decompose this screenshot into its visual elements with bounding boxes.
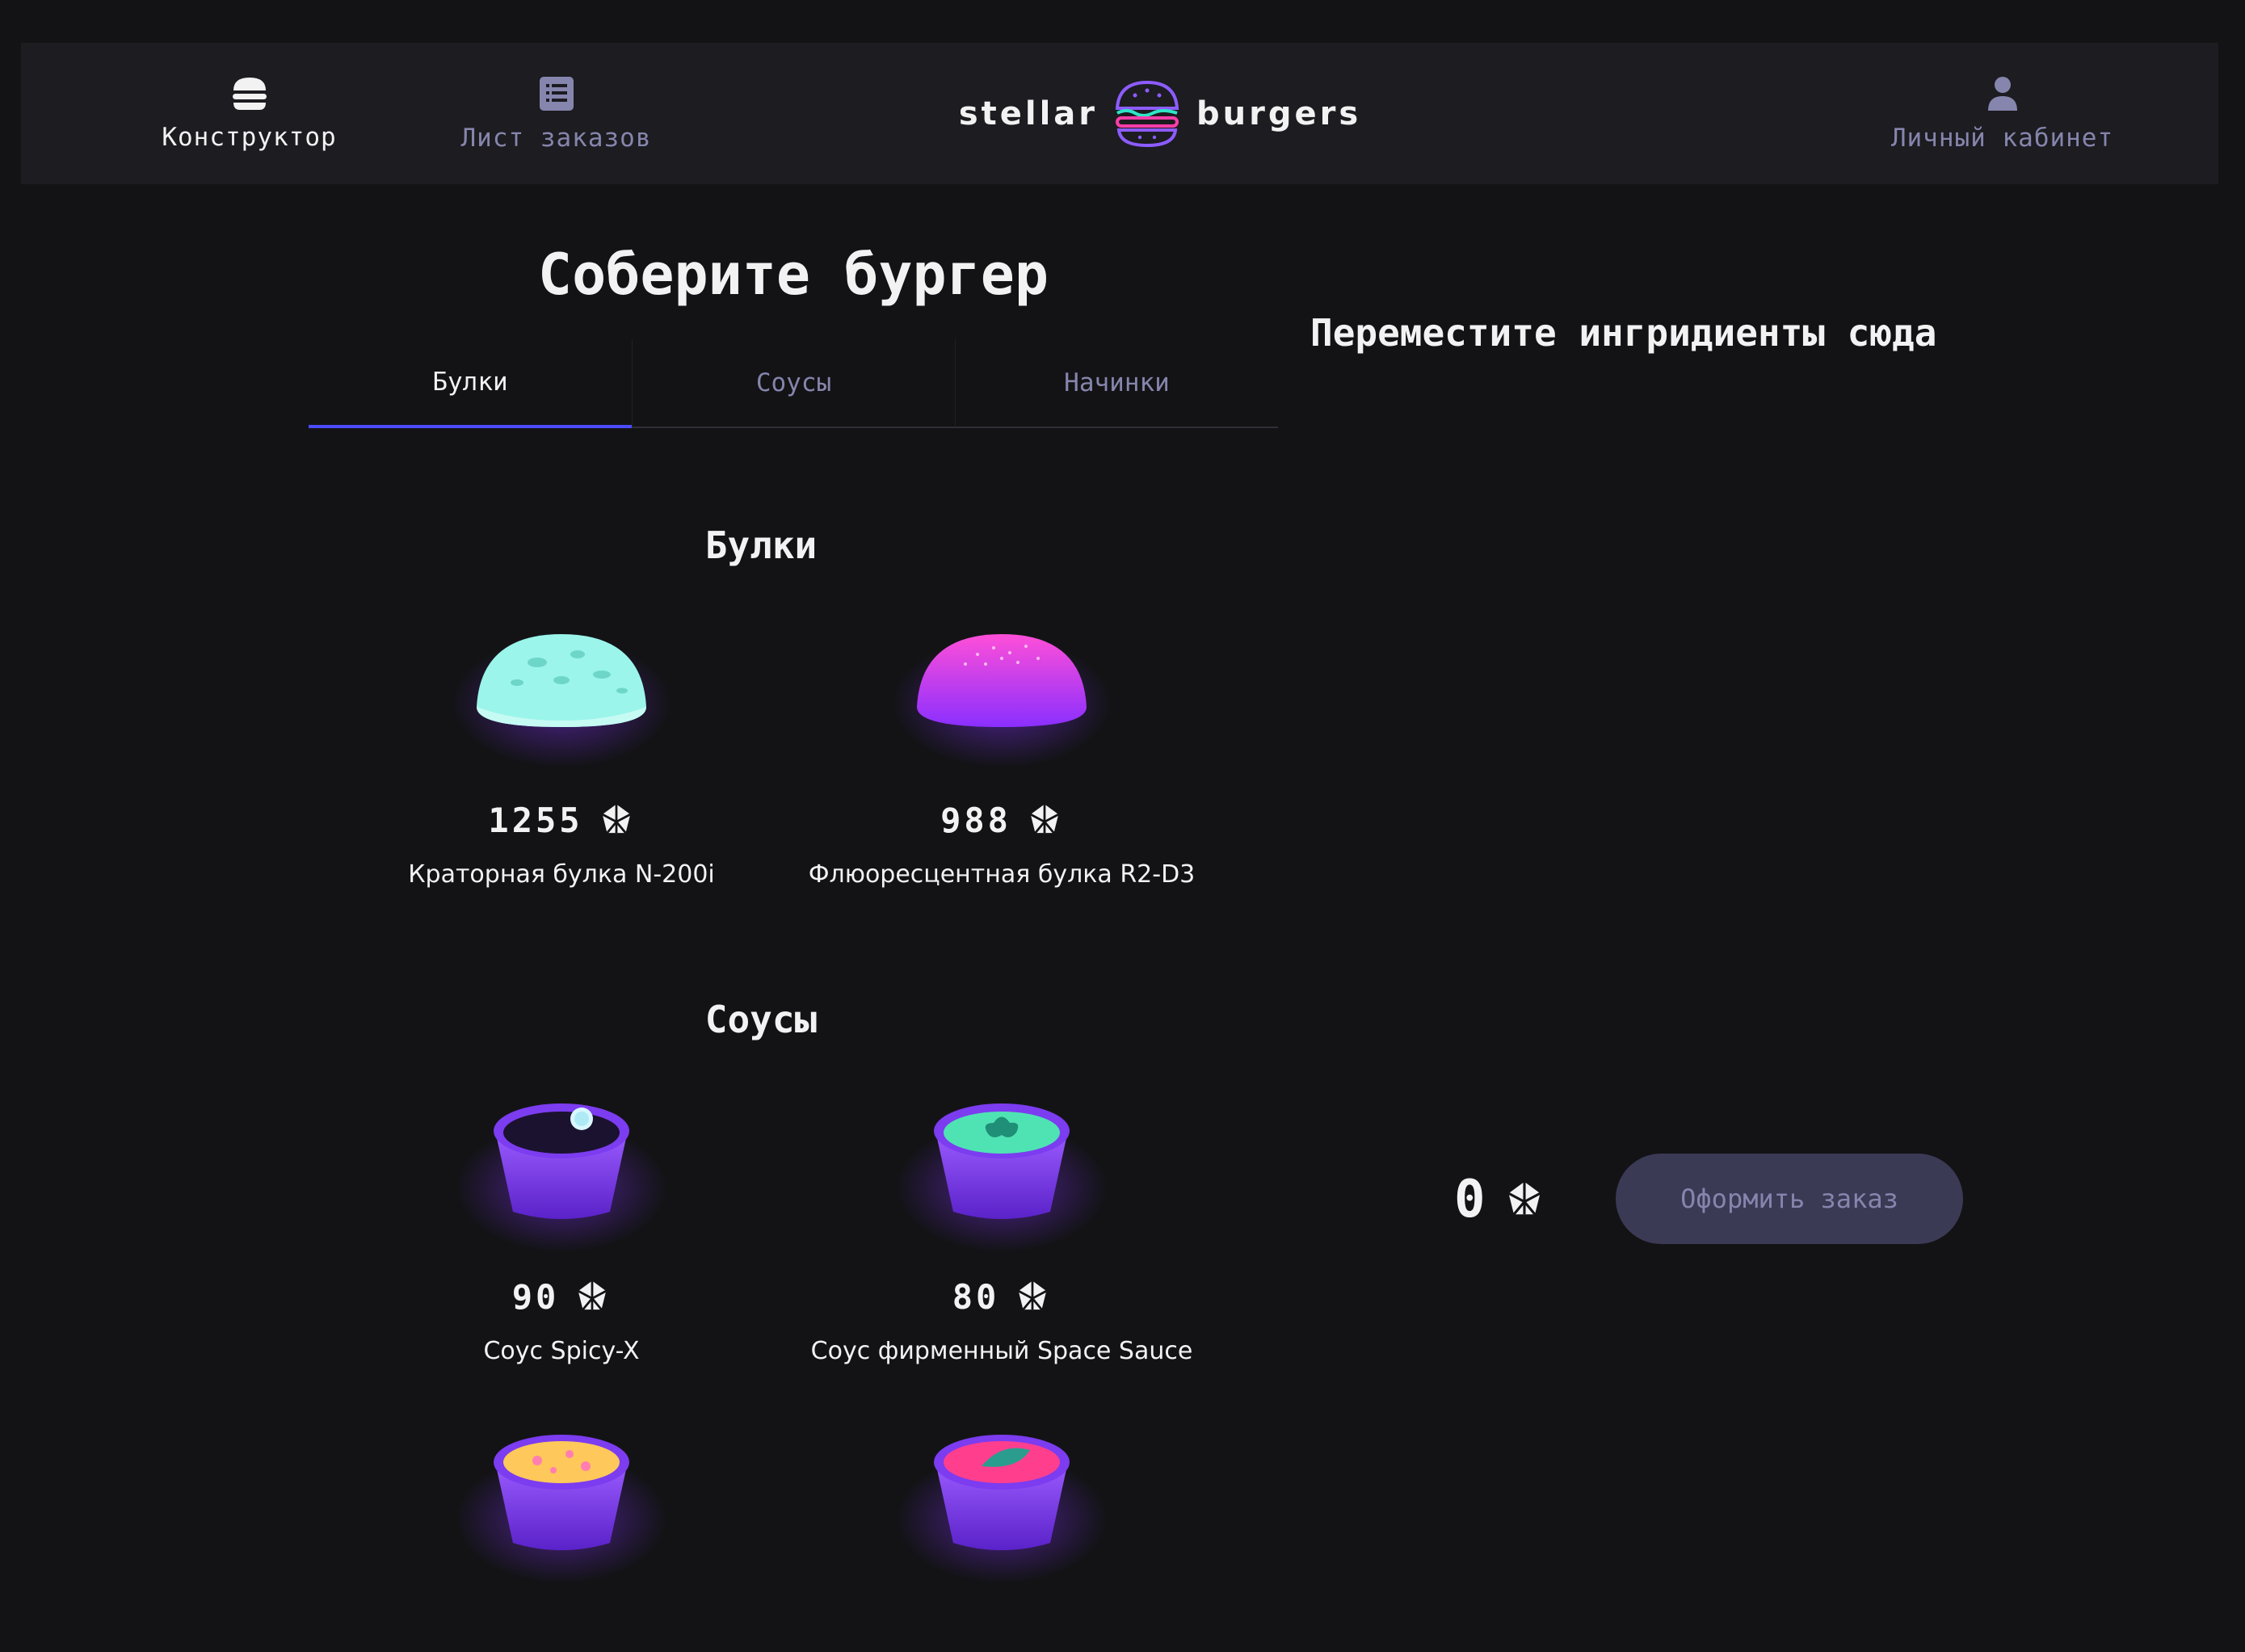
- burger-logo-icon: [1113, 80, 1182, 148]
- ingredient-tabs: Булки Соусы Начинки: [309, 339, 1278, 430]
- ingredient-name: Соус фирменный Space Sauce: [810, 1337, 1193, 1365]
- tab-buns[interactable]: Булки: [309, 339, 632, 428]
- ingredient-name: Соус Spicy-X: [483, 1337, 640, 1365]
- ingredient-card[interactable]: 80 Соус фирменный Space Sauce: [811, 1091, 1192, 1389]
- nav-profile[interactable]: Личный кабинет: [1871, 43, 2134, 184]
- tab-sauces[interactable]: Соусы: [632, 339, 955, 428]
- currency-icon: [1026, 801, 1063, 839]
- list-icon: [539, 76, 574, 111]
- nav-constructor-label: Конструктор: [162, 122, 337, 152]
- bun-crater-icon: [452, 634, 671, 767]
- logo-word-right: burgers: [1196, 95, 1362, 132]
- section-title-sauces: Соусы: [704, 998, 818, 1041]
- total-value: 0: [1454, 1170, 1486, 1230]
- ingredient-name: Краторная булка N-200i: [408, 860, 715, 889]
- price-row: 80: [824, 1276, 1179, 1317]
- ingredient-card[interactable]: [384, 1422, 739, 1583]
- ingredient-card[interactable]: 90 Соус Spicy-X: [384, 1091, 739, 1389]
- drop-zone-placeholder[interactable]: Переместите ингридиенты сюда: [1310, 311, 2037, 359]
- nav-constructor[interactable]: Конструктор: [142, 43, 356, 184]
- place-order-button[interactable]: Оформить заказ: [1616, 1154, 1963, 1244]
- price-row: 988: [824, 800, 1179, 840]
- section-title-buns: Булки: [704, 523, 818, 567]
- currency-icon: [574, 1278, 611, 1315]
- sauce-space-icon: [897, 1103, 1107, 1252]
- logo-word-left: stellar: [958, 95, 1099, 132]
- price-value: 988: [940, 800, 1011, 840]
- order-total: 0: [1454, 1170, 1545, 1230]
- price-value: 90: [511, 1276, 560, 1317]
- burger-icon: [232, 77, 267, 110]
- app-header: Конструктор Лист заказов stellar burgers…: [21, 43, 2218, 184]
- currency-icon: [1503, 1179, 1545, 1221]
- bun-fluorescent-icon: [893, 634, 1111, 767]
- sauce-spicy-icon: [456, 1103, 666, 1252]
- ingredient-card[interactable]: 988 Флюоресцентная булка R2-D3: [809, 614, 1195, 913]
- currency-icon: [1014, 1278, 1051, 1315]
- ingredient-card[interactable]: [824, 1422, 1179, 1583]
- currency-icon: [598, 801, 635, 839]
- profile-icon: [1987, 76, 2017, 111]
- nav-orders-label: Лист заказов: [460, 123, 652, 153]
- price-row: 1255: [384, 800, 739, 840]
- price-row: 90: [384, 1276, 739, 1317]
- ingredient-name: Флюоресцентная булка R2-D3: [808, 860, 1196, 889]
- sauce-antarian-icon: [897, 1435, 1107, 1583]
- page-title: Соберите бургер: [537, 242, 1049, 308]
- price-value: 1255: [488, 800, 583, 840]
- ingredient-card[interactable]: 1255 Краторная булка N-200i: [384, 614, 739, 913]
- logo[interactable]: stellar burgers: [922, 74, 1398, 154]
- tab-fillings[interactable]: Начинки: [955, 339, 1278, 428]
- price-value: 80: [952, 1276, 1000, 1317]
- nav-profile-label: Личный кабинет: [1890, 123, 2114, 153]
- sauce-traditional-icon: [456, 1435, 666, 1583]
- nav-orders[interactable]: Лист заказов: [433, 43, 679, 184]
